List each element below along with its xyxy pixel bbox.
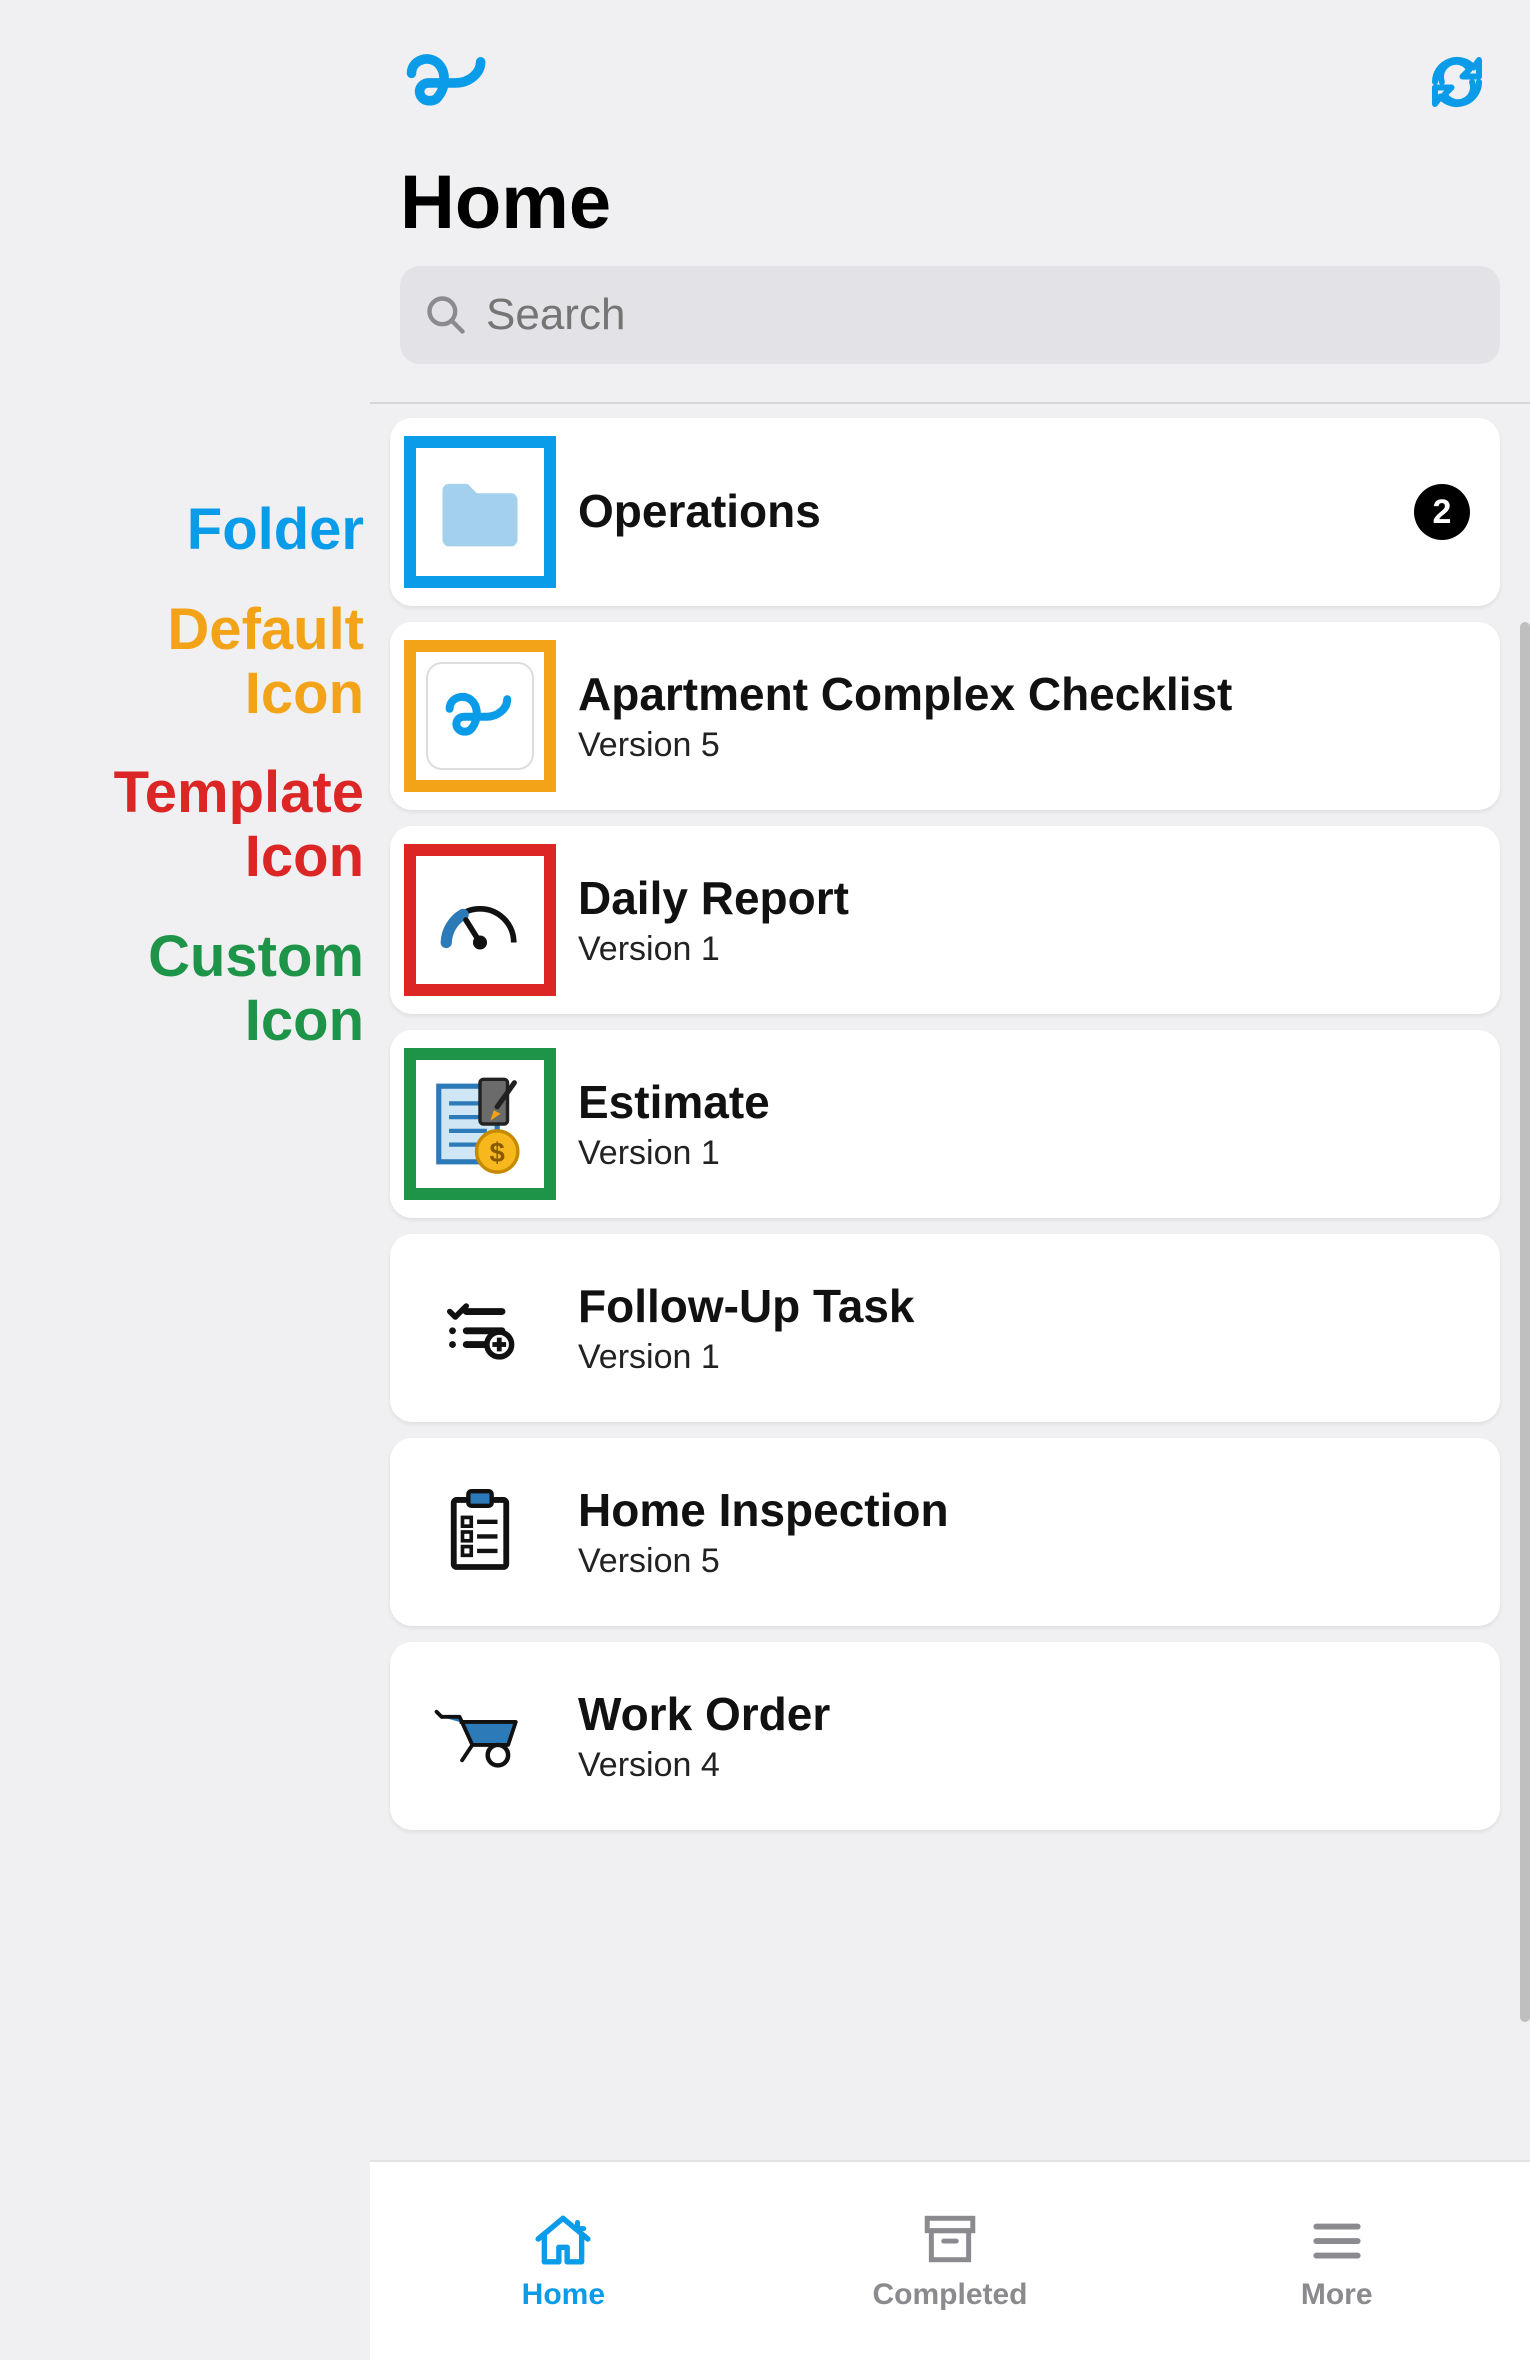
- item-version: Version 1: [578, 930, 1470, 969]
- tab-label: More: [1301, 2278, 1373, 2312]
- list-item[interactable]: Follow-Up Task Version 1: [390, 1234, 1500, 1422]
- tab-label: Completed: [873, 2278, 1028, 2312]
- home-icon: [528, 2210, 598, 2268]
- list-item-folder[interactable]: Operations 2: [390, 418, 1500, 606]
- page-title: Home: [370, 153, 1530, 266]
- annotation-template: TemplateIcon: [114, 743, 364, 907]
- item-title: Daily Report: [578, 871, 1470, 926]
- folder-icon: [404, 436, 556, 588]
- default-logo-icon: [404, 640, 556, 792]
- item-title: Apartment Complex Checklist: [578, 667, 1470, 722]
- item-version: Version 1: [578, 1338, 1470, 1377]
- svg-text:$: $: [490, 1137, 505, 1168]
- tab-label: Home: [522, 2278, 605, 2312]
- search-icon: [424, 293, 468, 337]
- item-version: Version 1: [578, 1134, 1470, 1173]
- archive-icon: [915, 2210, 985, 2268]
- estimate-icon: $: [404, 1048, 556, 1200]
- item-title: Operations: [578, 484, 1414, 539]
- menu-icon: [1302, 2210, 1372, 2268]
- annotation-custom: CustomIcon: [148, 907, 364, 1071]
- search-input[interactable]: [400, 266, 1500, 364]
- clipboard-icon: [404, 1456, 556, 1608]
- tab-bar: Home Completed More: [370, 2160, 1530, 2360]
- list-item[interactable]: Work Order Version 4: [390, 1642, 1500, 1830]
- refresh-button[interactable]: [1424, 49, 1490, 120]
- tab-completed[interactable]: Completed: [757, 2162, 1144, 2360]
- template-list: Operations 2 Apartment Complex Checklist…: [370, 404, 1530, 1830]
- app-screen: Home Operations 2: [370, 0, 1530, 2360]
- search-field[interactable]: [486, 290, 1476, 340]
- item-title: Follow-Up Task: [578, 1279, 1470, 1334]
- item-title: Work Order: [578, 1687, 1470, 1742]
- annotation-sidebar: Folder DefaultIcon TemplateIcon CustomIc…: [0, 0, 370, 2360]
- annotation-default: DefaultIcon: [167, 580, 364, 744]
- tab-home[interactable]: Home: [370, 2162, 757, 2360]
- list-item[interactable]: Apartment Complex Checklist Version 5: [390, 622, 1500, 810]
- list-item[interactable]: $ Estimate Version 1: [390, 1030, 1500, 1218]
- item-version: Version 4: [578, 1746, 1470, 1785]
- item-title: Home Inspection: [578, 1483, 1470, 1538]
- app-logo-icon: [400, 46, 496, 123]
- gauge-icon: [404, 844, 556, 996]
- annotation-folder: Folder: [187, 480, 364, 580]
- wheelbarrow-icon: [404, 1660, 556, 1812]
- tab-more[interactable]: More: [1143, 2162, 1530, 2360]
- item-version: Version 5: [578, 726, 1470, 765]
- scrollbar[interactable]: [1520, 622, 1530, 2022]
- list-item[interactable]: Home Inspection Version 5: [390, 1438, 1500, 1626]
- checklist-add-icon: [404, 1252, 556, 1404]
- item-title: Estimate: [578, 1075, 1470, 1130]
- count-badge: 2: [1414, 484, 1470, 540]
- list-item[interactable]: Daily Report Version 1: [390, 826, 1500, 1014]
- item-version: Version 5: [578, 1542, 1470, 1581]
